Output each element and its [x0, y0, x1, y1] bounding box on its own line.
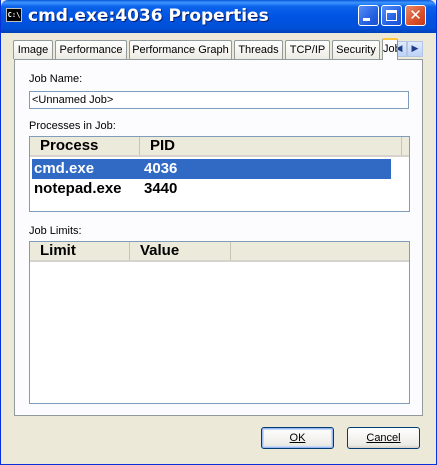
column-header-pid[interactable]: PID — [140, 137, 402, 155]
process-pid: 3440 — [144, 180, 178, 197]
process-name: cmd.exe — [34, 160, 95, 177]
tab-performance[interactable]: Performance — [55, 40, 127, 59]
ok-button[interactable]: OK — [261, 427, 334, 449]
title-bar[interactable]: C:\ cmd.exe:4036 Properties ✕ — [1, 0, 436, 33]
processes-list[interactable]: Process PID cmd.exe 4036 notepad.exe 344… — [29, 136, 410, 212]
tab-tcpip[interactable]: TCP/IP — [285, 40, 330, 59]
ok-button-label: OK — [289, 432, 306, 444]
process-row[interactable]: notepad.exe 3440 — [32, 179, 391, 199]
window-title: cmd.exe:4036 Properties — [28, 6, 269, 26]
job-name-label: Job Name: — [29, 73, 83, 85]
processes-label: Processes in Job: — [29, 120, 116, 132]
tab-performance-graph[interactable]: Performance Graph — [129, 40, 232, 59]
tab-job[interactable]: Job — [382, 38, 398, 60]
column-header-process[interactable]: Process — [30, 137, 140, 155]
process-name: notepad.exe — [34, 180, 122, 197]
tab-image[interactable]: Image — [13, 40, 53, 59]
tab-threads[interactable]: Threads — [234, 40, 283, 59]
tab-security[interactable]: Security — [332, 40, 380, 59]
column-header-value[interactable]: Value — [130, 242, 231, 260]
column-header-limit[interactable]: Limit — [30, 242, 130, 260]
job-name-field[interactable]: <Unnamed Job> — [29, 91, 409, 109]
job-limits-label: Job Limits: — [29, 225, 82, 237]
minimize-button[interactable] — [358, 5, 379, 26]
job-limits-list[interactable]: Limit Value — [29, 241, 410, 404]
maximize-button[interactable] — [381, 5, 402, 26]
cmd-icon: C:\ — [6, 8, 22, 22]
process-pid: 4036 — [144, 160, 178, 177]
cancel-button[interactable]: Cancel — [347, 427, 420, 449]
maximize-icon — [386, 10, 397, 21]
job-tab-panel: Job Name: <Unnamed Job> Processes in Job… — [14, 59, 423, 416]
processes-list-header: Process PID — [30, 137, 409, 157]
properties-dialog: C:\ cmd.exe:4036 Properties ✕ Image Perf… — [0, 0, 437, 465]
limits-list-header: Limit Value — [30, 242, 409, 262]
process-row[interactable]: cmd.exe 4036 — [32, 159, 391, 179]
close-button[interactable]: ✕ — [405, 5, 426, 26]
scroll-right-icon[interactable]: ▶ — [407, 41, 423, 57]
minimize-icon — [363, 18, 370, 21]
close-icon: ✕ — [409, 6, 422, 24]
cancel-button-label: Cancel — [366, 432, 401, 444]
